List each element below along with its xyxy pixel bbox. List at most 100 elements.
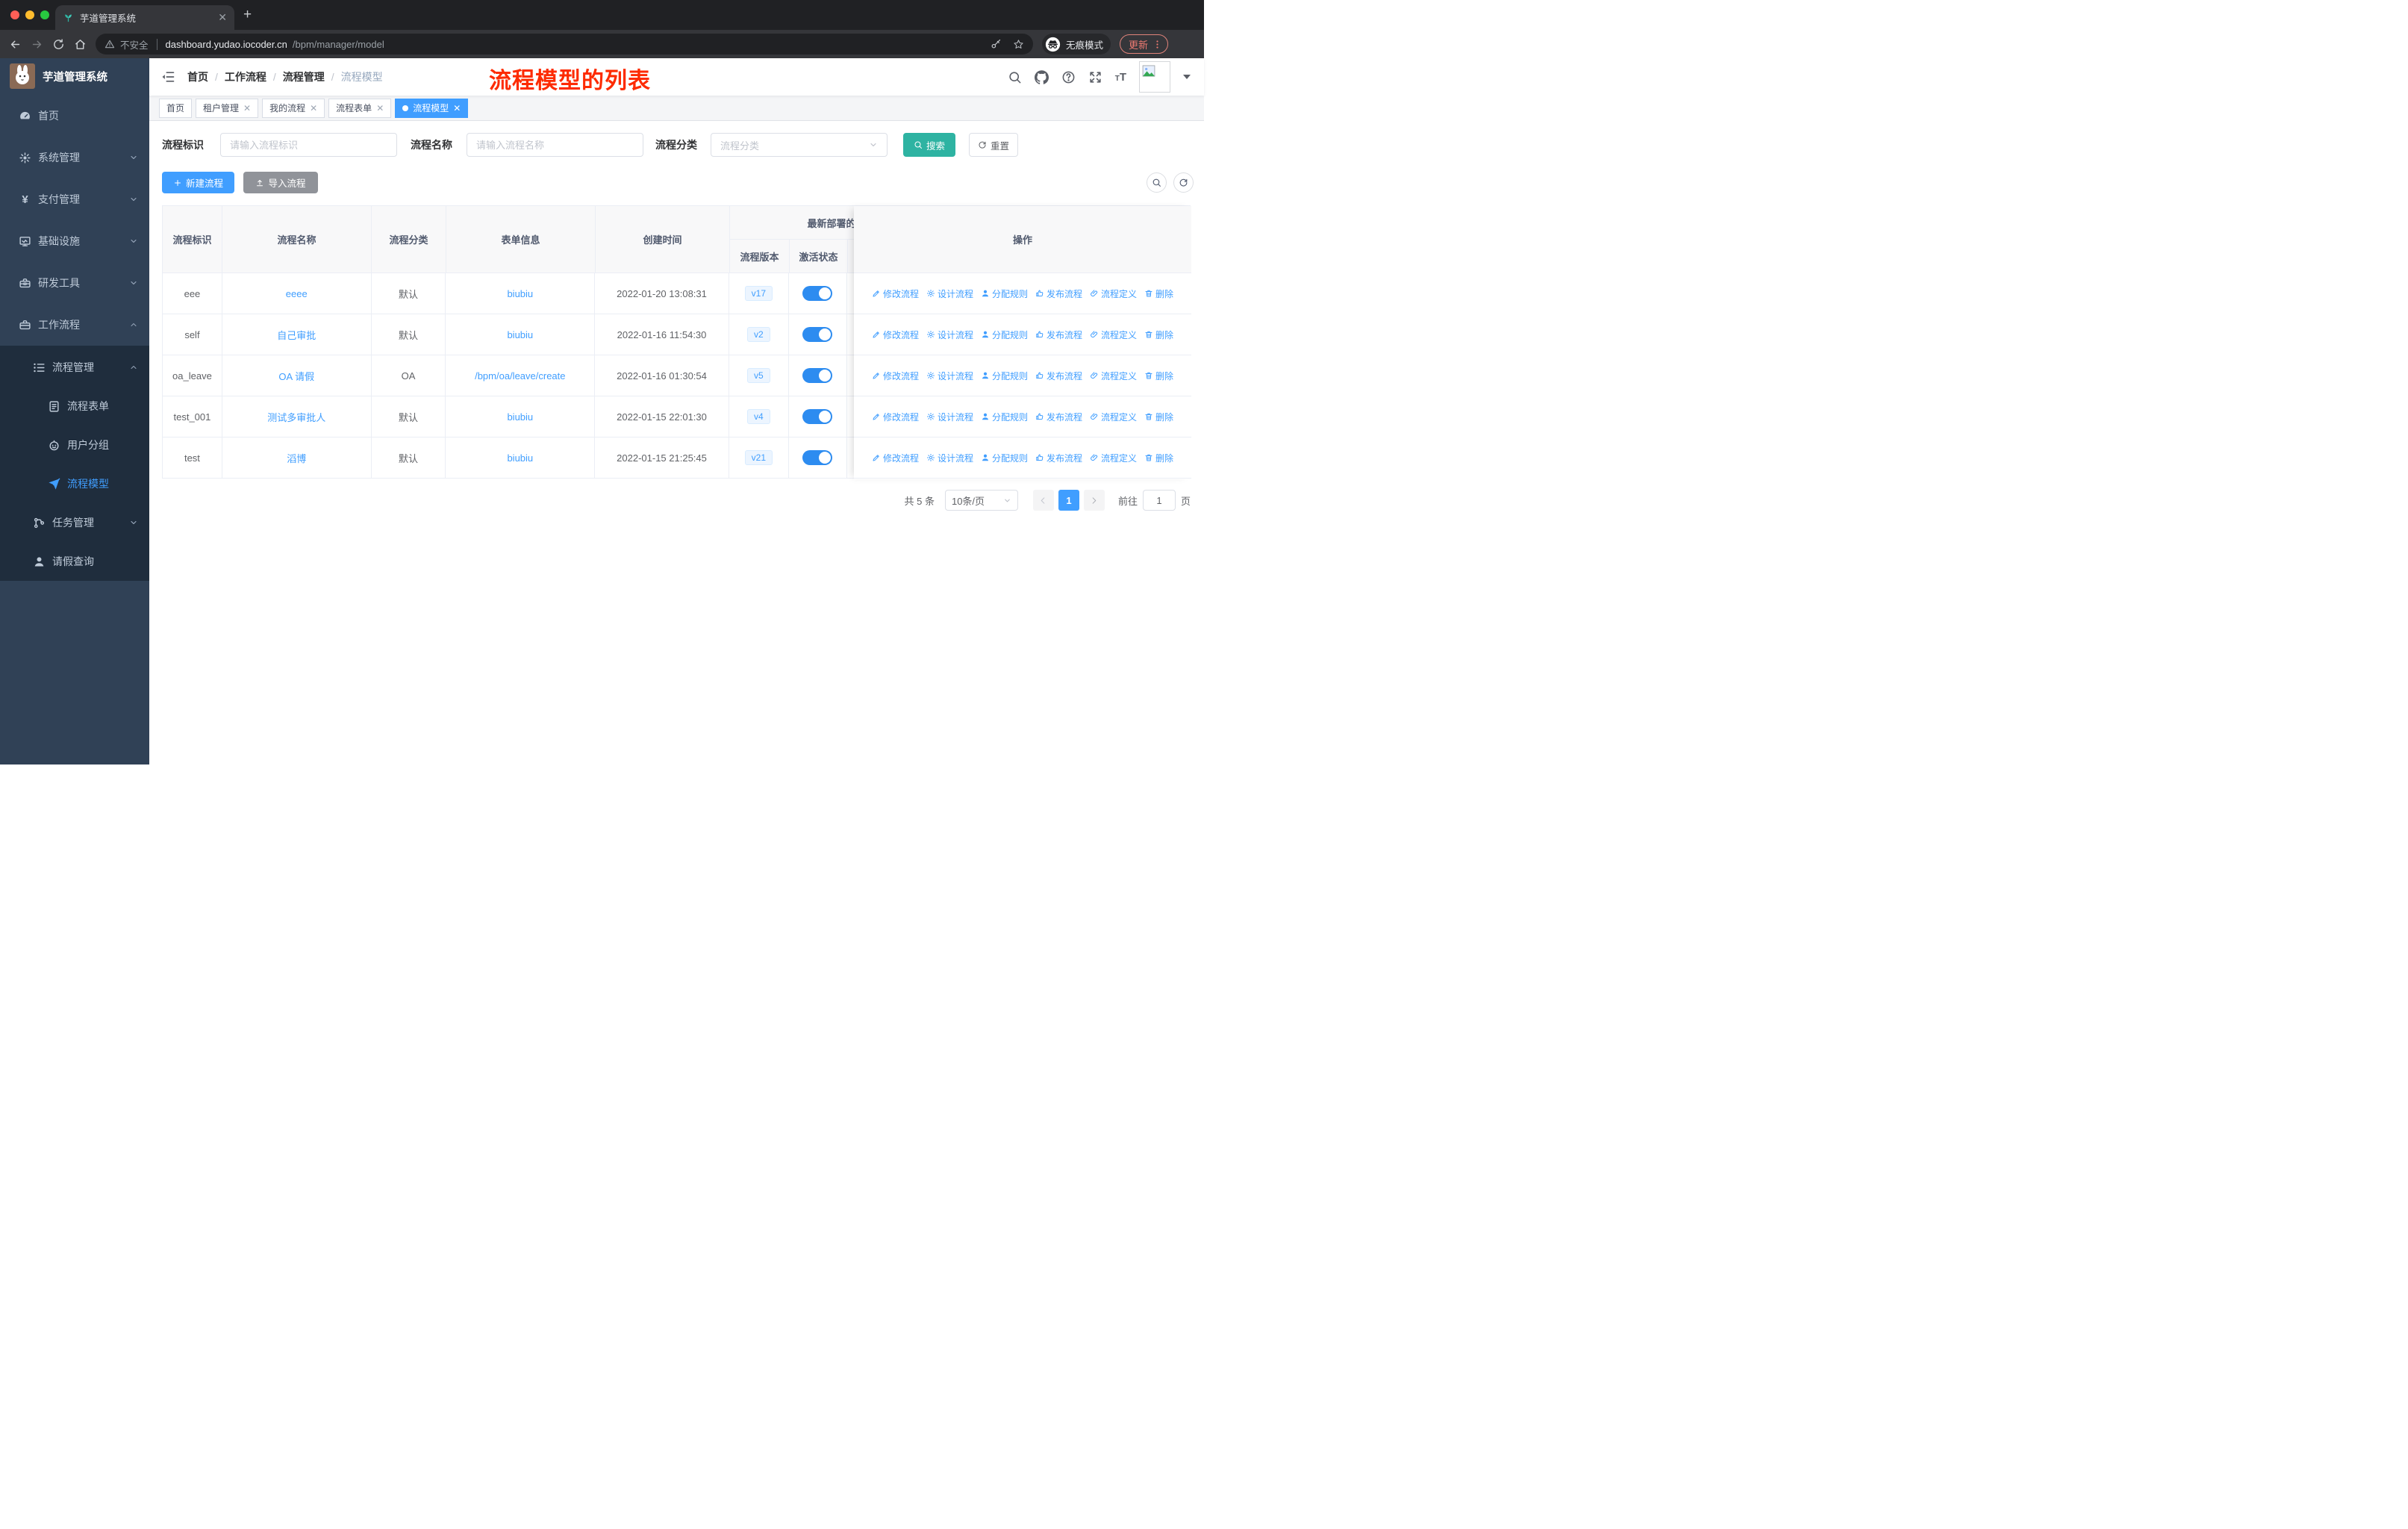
action-流程定义[interactable]: 流程定义 [1090, 411, 1137, 423]
model-name-link[interactable]: eeee [286, 288, 308, 299]
browser-update-button[interactable]: 更新 [1120, 34, 1169, 54]
action-设计流程[interactable]: 设计流程 [926, 452, 973, 464]
action-删除[interactable]: 删除 [1144, 370, 1173, 382]
tag-流程模型[interactable]: 流程模型 ✕ [395, 98, 469, 118]
next-page-button[interactable] [1083, 490, 1105, 511]
minimize-window-button[interactable] [25, 10, 34, 19]
action-设计流程[interactable]: 设计流程 [926, 370, 973, 382]
sidebar-item-流程管理[interactable]: 流程管理 [0, 348, 149, 387]
model-name-link[interactable]: 测试多审批人 [267, 410, 325, 424]
active-toggle[interactable] [802, 450, 833, 465]
goto-page-input[interactable] [1142, 490, 1176, 511]
action-发布流程[interactable]: 发布流程 [1035, 287, 1082, 300]
sidebar-item-支付管理[interactable]: ¥ 支付管理 [0, 178, 149, 220]
action-修改流程[interactable]: 修改流程 [872, 452, 919, 464]
form-info-link[interactable]: biubiu [507, 452, 533, 464]
form-info-link[interactable]: biubiu [507, 329, 533, 340]
active-toggle[interactable] [802, 368, 833, 383]
action-删除[interactable]: 删除 [1144, 411, 1173, 423]
action-设计流程[interactable]: 设计流程 [926, 411, 973, 423]
active-toggle[interactable] [802, 409, 833, 424]
sidebar-item-任务管理[interactable]: 任务管理 [0, 503, 149, 542]
forward-icon[interactable] [31, 38, 43, 51]
help-icon[interactable] [1061, 70, 1076, 84]
form-info-link[interactable]: biubiu [507, 411, 533, 423]
tag-租户管理[interactable]: 租户管理 ✕ [196, 98, 259, 118]
breadcrumb-item[interactable]: 首页 [187, 69, 208, 84]
filter-select-流程分类[interactable]: 流程分类 [711, 133, 888, 157]
action-设计流程[interactable]: 设计流程 [926, 328, 973, 341]
avatar-caret-icon[interactable] [1183, 75, 1191, 79]
version-badge[interactable]: v17 [744, 286, 773, 301]
version-badge[interactable]: v4 [746, 409, 770, 424]
sidebar-item-流程模型[interactable]: 流程模型 [0, 464, 149, 503]
new-tab-button[interactable]: + [243, 7, 252, 22]
active-toggle[interactable] [802, 286, 833, 301]
version-badge[interactable]: v2 [746, 327, 770, 342]
action-修改流程[interactable]: 修改流程 [872, 287, 919, 300]
action-发布流程[interactable]: 发布流程 [1035, 411, 1082, 423]
reset-button[interactable]: 重置 [969, 133, 1018, 157]
action-流程定义[interactable]: 流程定义 [1090, 370, 1137, 382]
sidebar-item-系统管理[interactable]: 系统管理 [0, 137, 149, 178]
action-流程定义[interactable]: 流程定义 [1090, 287, 1137, 300]
sidebar-item-请假查询[interactable]: 请假查询 [0, 542, 149, 581]
action-发布流程[interactable]: 发布流程 [1035, 328, 1082, 341]
github-icon[interactable] [1034, 69, 1049, 84]
action-流程定义[interactable]: 流程定义 [1090, 452, 1137, 464]
back-icon[interactable] [9, 38, 22, 51]
action-设计流程[interactable]: 设计流程 [926, 287, 973, 300]
action-分配规则[interactable]: 分配规则 [981, 452, 1028, 464]
model-name-link[interactable]: 滔博 [287, 451, 306, 465]
sidebar-fold-icon[interactable] [160, 69, 175, 84]
tag-close-icon[interactable]: ✕ [376, 103, 384, 113]
prev-page-button[interactable] [1032, 490, 1054, 511]
avatar[interactable] [1139, 61, 1170, 93]
action-分配规则[interactable]: 分配规则 [981, 370, 1028, 382]
key-icon[interactable] [991, 39, 1002, 50]
font-size-icon[interactable]: TT [1115, 71, 1126, 84]
create-model-button[interactable]: 新建流程 [162, 172, 234, 193]
sidebar-item-研发工具[interactable]: 研发工具 [0, 262, 149, 304]
action-修改流程[interactable]: 修改流程 [872, 411, 919, 423]
sidebar-item-基础设施[interactable]: 基础设施 [0, 220, 149, 262]
import-model-button[interactable]: 导入流程 [243, 172, 318, 193]
tag-我的流程[interactable]: 我的流程 ✕ [262, 98, 325, 118]
tab-close-icon[interactable]: ✕ [218, 11, 227, 24]
refresh-table-button[interactable] [1173, 172, 1194, 193]
breadcrumb-item[interactable]: 工作流程 [225, 69, 266, 84]
action-删除[interactable]: 删除 [1144, 452, 1173, 464]
sidebar-item-工作流程[interactable]: 工作流程 [0, 304, 149, 346]
action-分配规则[interactable]: 分配规则 [981, 328, 1028, 341]
tag-close-icon[interactable]: ✕ [310, 103, 317, 113]
filter-input-流程名称[interactable] [467, 133, 643, 157]
tag-首页[interactable]: 首页 [159, 98, 193, 118]
current-page-button[interactable]: 1 [1058, 490, 1079, 511]
action-发布流程[interactable]: 发布流程 [1035, 452, 1082, 464]
sidebar-item-用户分组[interactable]: 用户分组 [0, 426, 149, 464]
zoom-window-button[interactable] [40, 10, 49, 19]
model-name-link[interactable]: 自己审批 [277, 328, 316, 342]
bookmark-star-icon[interactable] [1013, 39, 1024, 50]
search-icon[interactable] [1008, 70, 1022, 84]
version-badge[interactable]: v21 [744, 450, 773, 465]
tag-close-icon[interactable]: ✕ [453, 103, 461, 113]
action-分配规则[interactable]: 分配规则 [981, 287, 1028, 300]
tag-close-icon[interactable]: ✕ [243, 103, 251, 113]
search-button[interactable]: 搜索 [903, 133, 955, 157]
action-流程定义[interactable]: 流程定义 [1090, 328, 1137, 341]
action-发布流程[interactable]: 发布流程 [1035, 370, 1082, 382]
action-修改流程[interactable]: 修改流程 [872, 370, 919, 382]
home-icon[interactable] [74, 38, 87, 51]
active-toggle[interactable] [802, 327, 833, 342]
security-warning-icon[interactable] [105, 39, 115, 49]
window-controls[interactable] [10, 10, 49, 19]
action-删除[interactable]: 删除 [1144, 328, 1173, 341]
sidebar-item-流程表单[interactable]: 流程表单 [0, 387, 149, 426]
sidebar-item-首页[interactable]: 首页 [0, 95, 149, 137]
browser-tab[interactable]: 芋道管理系统 ✕ [55, 5, 234, 30]
model-name-link[interactable]: OA 请假 [278, 369, 314, 383]
browser-menu-icon[interactable] [1152, 40, 1162, 49]
page-size-select[interactable]: 10条/页 [944, 490, 1018, 511]
filter-input-流程标识[interactable] [220, 133, 397, 157]
